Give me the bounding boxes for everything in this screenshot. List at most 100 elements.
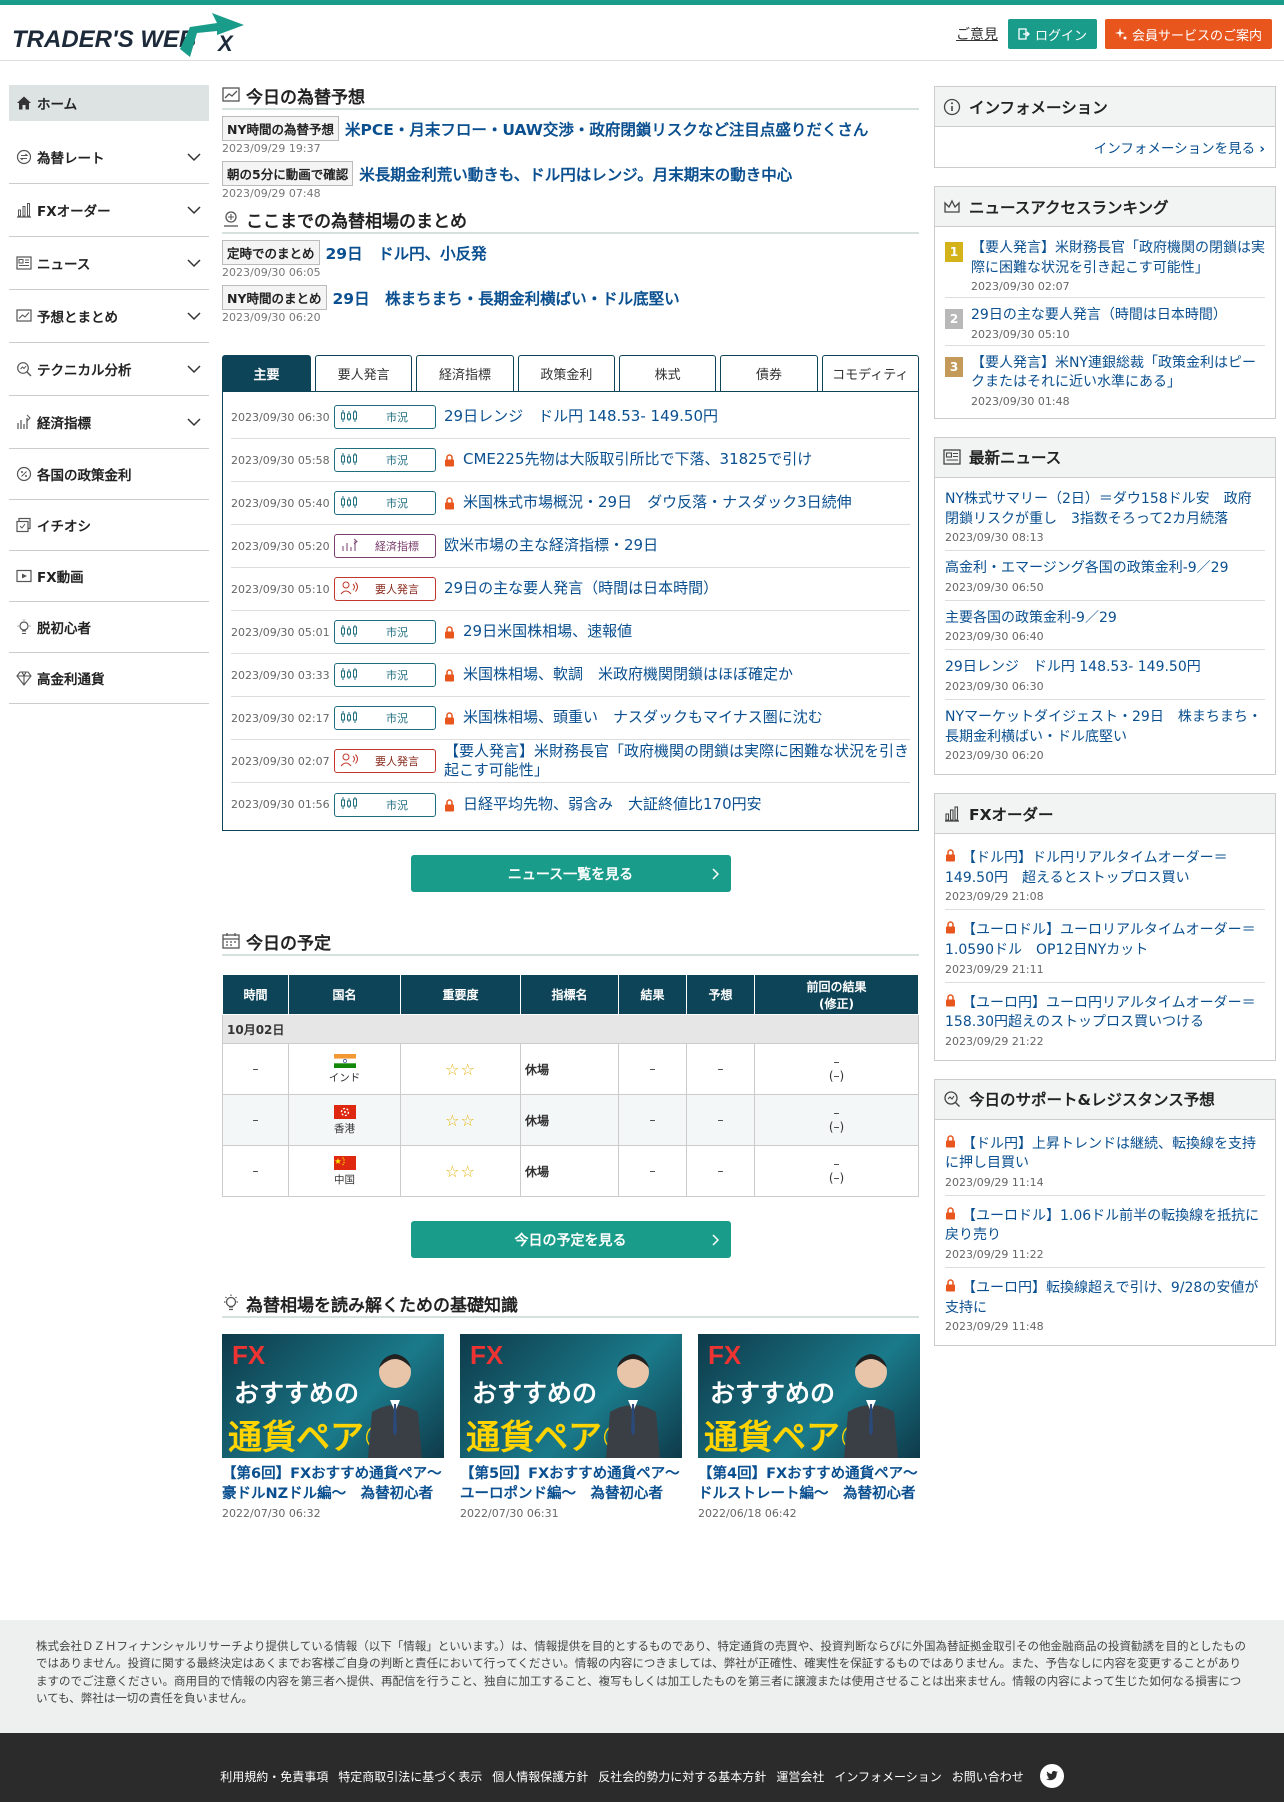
latest-title-link[interactable]: NYマーケットダイジェスト・29日 株まちまち・長期金利横ばい・ドル底堅い [945,709,1262,745]
latest-title-link[interactable]: 高金利・エマージング各国の政策金利-9／29 [945,560,1229,576]
tab-3[interactable]: 政策金利 [517,355,615,391]
schedule-button[interactable]: 今日の予定を見る [410,1221,731,1258]
fxorder-title-link[interactable]: 【ドル円】ドル円リアルタイムオーダー＝149.50円 超えるとストップロス買い [945,849,1228,886]
support-item[interactable]: 【ユーロ円】転換線超えで引け、9/28の安値が支持に 2023/09/29 11:… [945,1268,1265,1339]
sidebar-item-9[interactable]: FX動画 [9,551,209,602]
latest-title-link[interactable]: NY株式サマリー（2日）＝ダウ158ドル安 政府閉鎖リスクが重し 3指数そろって… [945,491,1252,527]
support-title-link[interactable]: 【ユーロドル】1.06ドル前半の転換線を抵抗に戻り売り [945,1207,1259,1243]
ranking-title-link[interactable]: 【要人発言】米NY連銀総裁「政策金利はピークまたはそれに近い水準にある」 [971,355,1256,391]
news-row[interactable]: 2023/09/30 05:01 市況 29日米国株相場、速報値 [231,611,910,654]
article-thumbnail[interactable]: FX おすすめの 通貨ペア② [698,1334,920,1458]
latest-item[interactable]: 29日レンジ ドル円 148.53- 149.50円 2023/09/30 06:… [945,650,1265,700]
sidebar-item-2[interactable]: FXオーダー [9,184,209,237]
ranking-title-link[interactable]: 【要人発言】米財務長官「政府機関の閉鎖は実際に困難な状況を引き起こす可能性」 [971,240,1265,276]
ranking-item[interactable]: 1 【要人発言】米財務長官「政府機関の閉鎖は実際に困難な状況を引き起こす可能性」 2… [945,231,1265,299]
chevron-down-icon[interactable] [187,256,201,270]
news-title-link[interactable]: 米国株相場、頭重い ナスダックもマイナス圏に沈む [436,708,823,728]
article-thumbnail[interactable]: FX おすすめの 通貨ペア③ [460,1334,682,1458]
sidebar-item-0[interactable]: ホーム [9,85,209,121]
news-title-link[interactable]: 米国株相場、軟調 米政府機関閉鎖はほぼ確定か [436,665,793,685]
article-card[interactable]: FX おすすめの 通貨ペア③ 【第5回】FXおすすめ通貨ペア～ユーロポンド編～ 為替初… [460,1334,682,1520]
twitter-icon[interactable] [1039,1764,1064,1788]
news-title-link[interactable]: 米国株式市場概況・29日 ダウ反落・ナスダック3日続伸 [436,493,852,513]
forecast-link[interactable]: 米長期金利荒い動きも、ドル円はレンジ。月末期末の動き中心 [359,163,792,185]
sidebar-item-11[interactable]: 高金利通貨 [9,653,209,704]
latest-title-link[interactable]: 29日レンジ ドル円 148.53- 149.50円 [945,659,1201,675]
footer-link[interactable]: 反社会的勢力に対する基本方針 [598,1768,766,1785]
news-row[interactable]: 2023/09/30 03:33 市況 米国株相場、軟調 米政府機関閉鎖はほぼ確定か [231,654,910,697]
fxorder-title-link[interactable]: 【ユーロドル】ユーロリアルタイムオーダー＝1.0590ドル OP12日NYカット [945,921,1256,958]
fxorder-title-link[interactable]: 【ユーロ円】ユーロ円リアルタイムオーダー＝158.30円超えのストップロス買いつ… [945,993,1256,1030]
ranking-title-link[interactable]: 29日の主な要人発言（時間は日本時間） [971,307,1227,323]
article-card[interactable]: FX おすすめの 通貨ペア④ 【第6回】FXおすすめ通貨ペア～豪ドルNZドル編～ 為替… [222,1334,444,1520]
news-row[interactable]: 2023/09/30 02:17 市況 米国株相場、頭重い ナスダックもマイナス圏に… [231,697,910,740]
news-title-link[interactable]: 29日米国株相場、速報値 [436,622,632,642]
ranking-item[interactable]: 2 29日の主な要人発言（時間は日本時間） 2023/09/30 05:10 [945,298,1265,346]
sidebar-item-3[interactable]: ニュース [9,237,209,290]
tab-4[interactable]: 株式 [618,355,717,391]
tab-6[interactable]: コモディティ [821,355,919,391]
news-list-button[interactable]: ニュース一覧を見る [410,855,731,892]
article-title[interactable]: 【第6回】FXおすすめ通貨ペア～豪ドルNZドル編～ 為替初心者 [222,1464,444,1505]
footer-link[interactable]: 個人情報保護方針 [492,1768,588,1785]
footer-link[interactable]: お問い合わせ [952,1768,1024,1785]
article-card[interactable]: FX おすすめの 通貨ペア② 【第4回】FXおすすめ通貨ペア～ドルストレート編～ 為替… [698,1334,920,1520]
member-service-button[interactable]: 会員サービスのご案内 [1104,19,1272,49]
footer-link[interactable]: インフォメーション [834,1768,941,1785]
chevron-down-icon[interactable] [187,362,201,376]
article-title[interactable]: 【第5回】FXおすすめ通貨ペア～ユーロポンド編～ 為替初心者 [460,1464,682,1505]
article-title[interactable]: 【第4回】FXおすすめ通貨ペア～ドルストレート編～ 為替初心者 [698,1464,920,1505]
sidebar-item-4[interactable]: 予想とまとめ [9,290,209,343]
news-row[interactable]: 2023/09/30 05:20 経済指標 欧米市場の主な経済指標・29日 [231,525,910,568]
summary-link[interactable]: 29日 ドル円、小反発 [326,242,487,264]
chevron-down-icon[interactable] [187,309,201,323]
news-title-link[interactable]: 29日の主な要人発言（時間は日本時間） [436,579,718,599]
news-row[interactable]: 2023/09/30 02:07 要人発言 【要人発言】米財務長官「政府機関の閉鎖は… [231,740,910,783]
tab-5[interactable]: 債券 [720,355,818,391]
sidebar-item-8[interactable]: イチオシ [9,500,209,551]
sidebar-item-1[interactable]: 為替レート [9,131,209,184]
chevron-down-icon[interactable] [187,415,201,429]
fxorder-item[interactable]: 【ドル円】ドル円リアルタイムオーダー＝149.50円 超えるとストップロス買い 2… [945,838,1265,911]
chevron-down-icon[interactable] [187,150,201,164]
forecast-link[interactable]: 米PCE・月末フロー・UAW交渉・政府閉鎖リスクなど注目点盛りだくさん [345,118,868,140]
fxorder-item[interactable]: 【ユーロ円】ユーロ円リアルタイムオーダー＝158.30円超えのストップロス買いつ… [945,983,1265,1054]
news-row[interactable]: 2023/09/30 06:30 市況 29日レンジ ドル円 148.53- 149… [231,396,910,439]
sidebar-item-7[interactable]: 各国の政策金利 [9,449,209,500]
latest-title-link[interactable]: 主要各国の政策金利-9／29 [945,610,1117,626]
traders-web-fx-logo[interactable]: TRADER'S WEB X [12,13,282,59]
news-title-link[interactable]: 欧米市場の主な経済指標・29日 [436,536,658,556]
sidebar-item-5[interactable]: テクニカル分析 [9,343,209,396]
news-title-link[interactable]: 【要人発言】米財務長官「政府機関の閉鎖は実際に困難な状況を引き起こす可能性」 [436,742,910,781]
news-title-link[interactable]: CME225先物は大阪取引所比で下落、31825で引け [436,450,812,470]
news-title-link[interactable]: 日経平均先物、弱含み 大証終値比170円安 [436,795,762,815]
latest-item[interactable]: 高金利・エマージング各国の政策金利-9／29 2023/09/30 06:50 [945,551,1265,601]
support-title-link[interactable]: 【ドル円】上昇トレンドは継続、転換線を支持に押し目買い [945,1134,1256,1171]
login-button[interactable]: ログイン [1007,19,1097,49]
tab-1[interactable]: 要人発言 [315,355,413,391]
sidebar-item-6[interactable]: 経済指標 [9,396,209,449]
opinion-link[interactable]: ご意見 [956,24,998,44]
news-row[interactable]: 2023/09/30 05:40 市況 米国株式市場概況・29日 ダウ反落・ナスダッ… [231,482,910,525]
tab-0[interactable]: 主要 [222,355,311,391]
latest-item[interactable]: 主要各国の政策金利-9／29 2023/09/30 06:40 [945,601,1265,651]
news-row[interactable]: 2023/09/30 01:56 市況 日経平均先物、弱含み 大証終値比170円安 [231,783,910,826]
fxorder-item[interactable]: 【ユーロドル】ユーロリアルタイムオーダー＝1.0590ドル OP12日NYカット… [945,910,1265,983]
latest-item[interactable]: NY株式サマリー（2日）＝ダウ158ドル安 政府閉鎖リスクが重し 3指数そろって… [945,482,1265,552]
ranking-item[interactable]: 3 【要人発言】米NY連銀総裁「政策金利はピークまたはそれに近い水準にある」 202… [945,346,1265,412]
footer-link[interactable]: 運営会社 [776,1768,824,1785]
support-item[interactable]: 【ユーロドル】1.06ドル前半の転換線を抵抗に戻り売り 2023/09/29 11… [945,1196,1265,1269]
news-row[interactable]: 2023/09/30 05:58 市況 CME225先物は大阪取引所比で下落、318… [231,439,910,482]
news-title-link[interactable]: 29日レンジ ドル円 148.53- 149.50円 [436,407,718,427]
footer-link[interactable]: 特定商取引法に基づく表示 [338,1768,482,1785]
support-title-link[interactable]: 【ユーロ円】転換線超えで引け、9/28の安値が支持に [945,1279,1258,1316]
footer-link[interactable]: 利用規約・免責事項 [220,1768,328,1785]
support-item[interactable]: 【ドル円】上昇トレンドは継続、転換線を支持に押し目買い 2023/09/29 11… [945,1124,1265,1196]
tab-2[interactable]: 経済指標 [416,355,514,391]
sidebar-item-10[interactable]: 脱初心者 [9,602,209,653]
news-row[interactable]: 2023/09/30 05:10 要人発言 29日の主な要人発言（時間は日本時間） [231,568,910,611]
information-link[interactable]: インフォメーションを見る › [945,131,1265,161]
latest-item[interactable]: NYマーケットダイジェスト・29日 株まちまち・長期金利横ばい・ドル底堅い 202… [945,700,1265,768]
summary-link[interactable]: 29日 株まちまち・長期金利横ばい・ドル底堅い [333,287,680,309]
chevron-down-icon[interactable] [187,203,201,217]
